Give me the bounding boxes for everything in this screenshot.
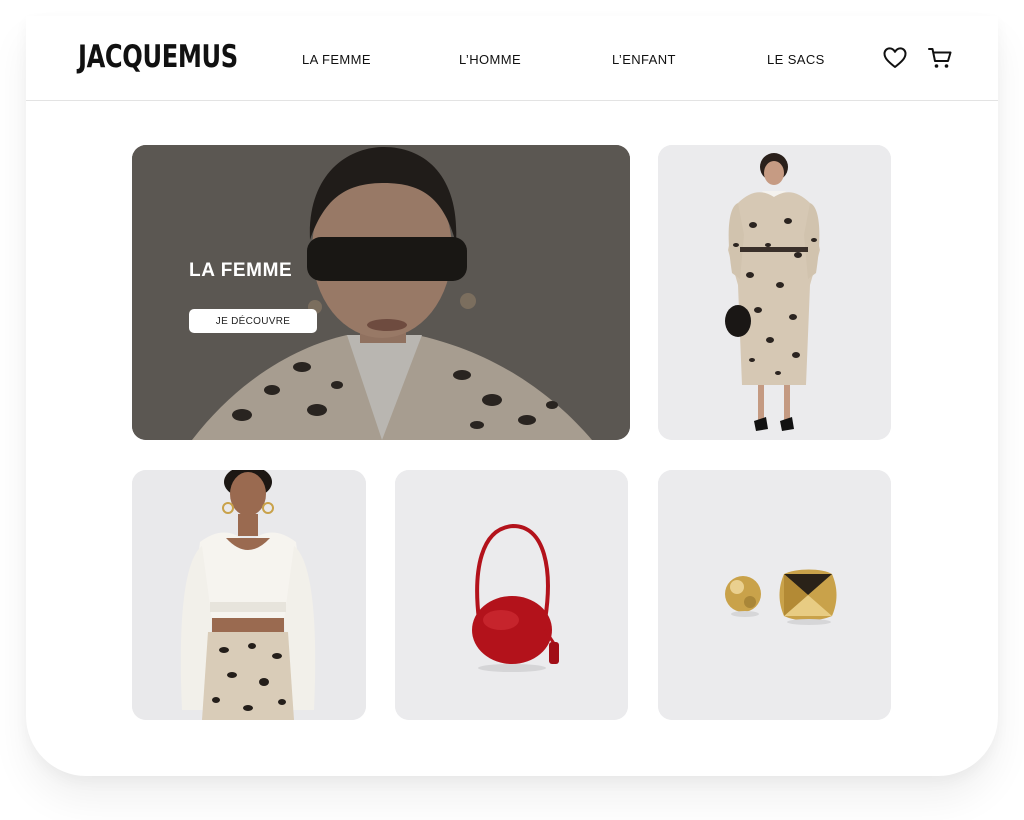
product-card-coat[interactable] [658,145,891,440]
product-card-cropped-shirt[interactable] [132,470,366,720]
hero-title: LA FEMME [189,260,293,281]
discover-button[interactable]: JE DÉCOUVRE [189,309,317,333]
shirt-model-photo [132,470,366,720]
nav-l-homme[interactable]: L’HOMME [459,52,521,67]
product-card-red-bag[interactable] [395,470,628,720]
browser-window: JACQUEMUS LA FEMME L’HOMME L’ENFANT LE S… [26,16,998,776]
product-card-gold-earrings[interactable] [658,470,891,720]
red-bag-photo [395,470,628,720]
brand-logo[interactable]: JACQUEMUS [78,39,238,75]
site-header: JACQUEMUS LA FEMME L’HOMME L’ENFANT LE S… [26,16,998,101]
earrings-photo [658,470,891,720]
cart-icon[interactable] [927,45,953,71]
coat-model-photo [658,145,891,440]
hero-overlay [132,145,630,440]
heart-icon[interactable] [882,45,908,71]
nav-le-sacs[interactable]: LE SACS [767,52,825,67]
hero-banner[interactable]: LA FEMME JE DÉCOUVRE [132,145,630,440]
nav-l-enfant[interactable]: L’ENFANT [612,52,676,67]
nav-la-femme[interactable]: LA FEMME [302,52,371,67]
